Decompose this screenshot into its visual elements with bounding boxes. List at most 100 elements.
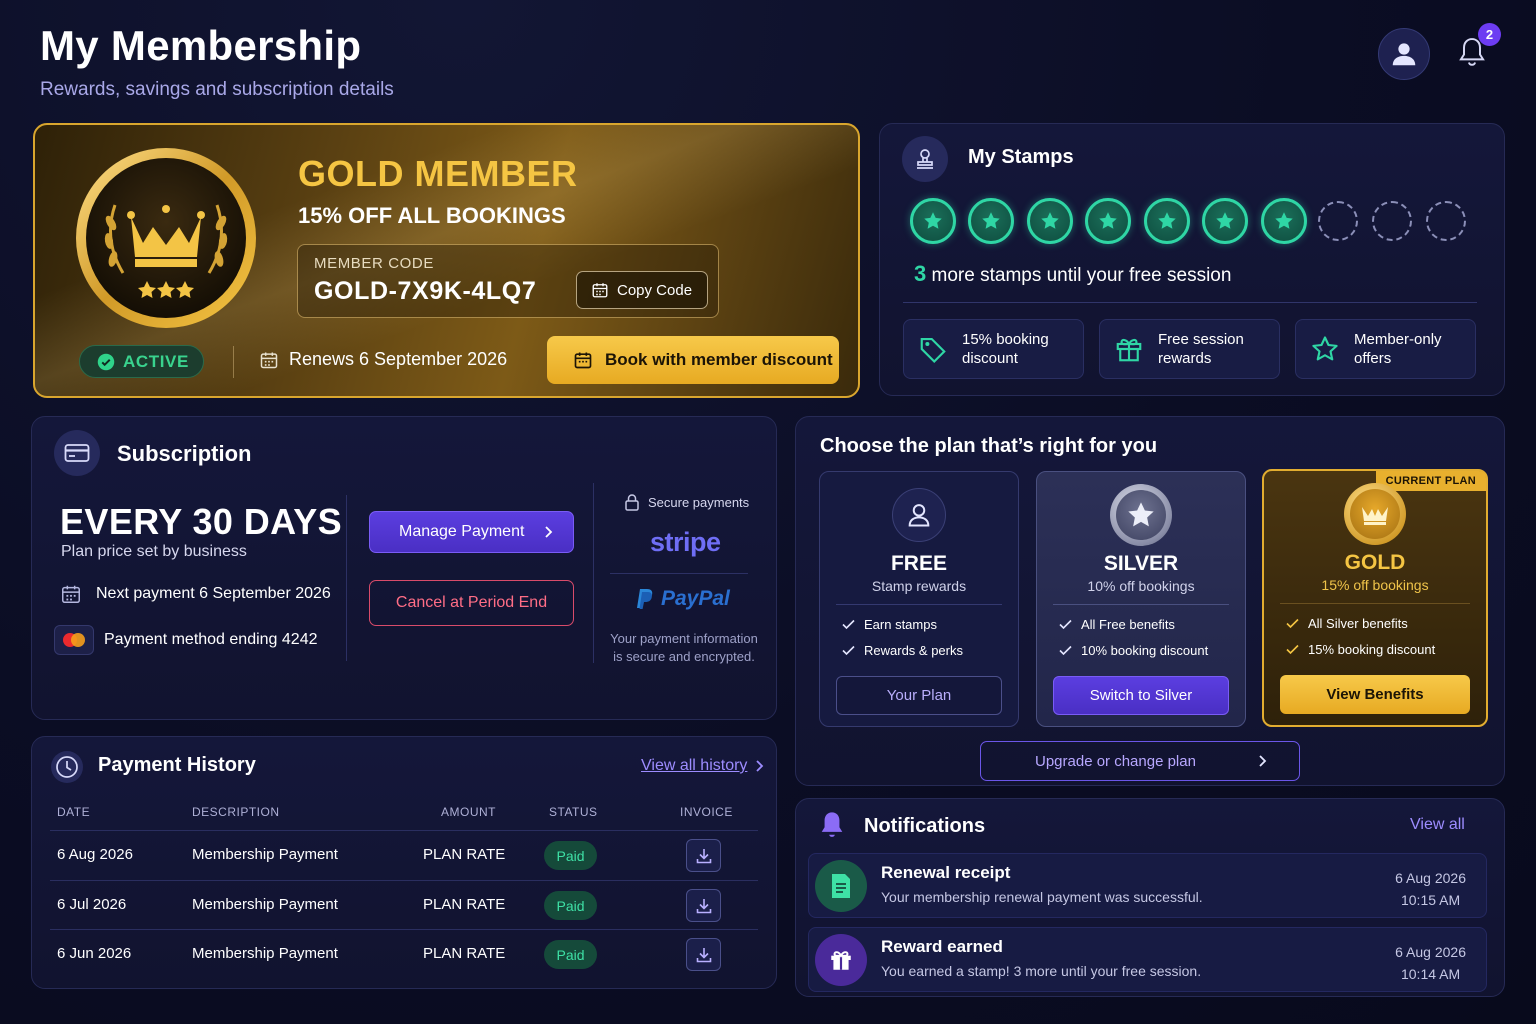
download-icon (696, 848, 711, 863)
notifications-card: Notifications View all Renewal receipt Y… (795, 798, 1505, 997)
calendar-icon (260, 352, 278, 368)
gift-icon (815, 934, 867, 986)
download-invoice-button[interactable] (686, 938, 721, 971)
notification-title: Reward earned (881, 937, 1003, 956)
star-icon (1158, 212, 1176, 229)
chevron-right-icon (545, 526, 553, 538)
table-row: 6 Aug 2026 Membership Payment PLAN RATE … (50, 830, 758, 880)
view-benefits-button[interactable]: View Benefits (1280, 675, 1470, 714)
download-icon (696, 898, 711, 913)
payment-amount: PLAN RATE (423, 896, 506, 913)
calendar-icon (574, 352, 592, 369)
plan-card-gold: CURRENT PLAN GOLD 15% off bookings All S… (1262, 469, 1488, 727)
chevron-right-icon (1259, 755, 1267, 767)
notification-description: You earned a stamp! 3 more until your fr… (881, 963, 1202, 979)
check-circle-icon (97, 353, 115, 370)
gold-medal-icon (73, 145, 259, 331)
your-plan-button[interactable]: Your Plan (836, 676, 1002, 715)
column-header-status: STATUS (549, 805, 598, 819)
calendar-icon (592, 283, 608, 298)
clock-icon (50, 750, 84, 784)
column-header-date: DATE (57, 805, 91, 819)
column-header-amount: AMOUNT (441, 805, 496, 819)
notification-title: Renewal receipt (881, 863, 1011, 882)
star-icon (1099, 212, 1117, 229)
paypal-icon (637, 589, 653, 609)
stamps-remaining-text: more stamps until your free session (931, 265, 1232, 286)
stamp-filled (1202, 198, 1248, 244)
book-with-discount-button[interactable]: Book with member discount (547, 336, 839, 384)
plan-feature: 15% booking discount (1286, 642, 1435, 657)
plan-feature-text: Rewards & perks (864, 643, 963, 658)
payment-method: Payment method ending 4242 (54, 625, 317, 655)
check-icon (842, 645, 855, 656)
plan-feature: Rewards & perks (842, 643, 963, 658)
download-icon (696, 947, 711, 962)
membership-discount: 15% OFF ALL BOOKINGS (298, 203, 566, 228)
switch-to-silver-button[interactable]: Switch to Silver (1053, 676, 1229, 715)
manage-payment-label: Manage Payment (399, 523, 525, 540)
status-badge: Paid (544, 891, 597, 920)
tag-icon (920, 337, 946, 364)
divider (903, 302, 1477, 303)
cancel-at-period-end-button[interactable]: Cancel at Period End (369, 580, 574, 626)
calendar-icon (62, 585, 80, 603)
plan-feature: All Silver benefits (1286, 616, 1408, 631)
copy-code-button[interactable]: Copy Code (576, 271, 708, 309)
upgrade-plan-label: Upgrade or change plan (1035, 752, 1196, 770)
notification-item[interactable]: Reward earned You earned a stamp! 3 more… (808, 927, 1487, 992)
download-invoice-button[interactable] (686, 889, 721, 922)
plan-card-free: FREE Stamp rewards Earn stamps Rewards &… (819, 471, 1019, 727)
notification-date: 6 Aug 2026 (1395, 944, 1466, 960)
view-all-notifications-link[interactable]: View all (1410, 816, 1465, 834)
download-invoice-button[interactable] (686, 839, 721, 872)
divider (836, 604, 1002, 605)
divider (610, 573, 748, 574)
divider (233, 346, 234, 378)
plan-card-silver: SILVER 10% off bookings All Free benefit… (1036, 471, 1246, 727)
perk-label: Member-only offers (1354, 331, 1442, 367)
status-badge: Paid (544, 841, 597, 870)
payment-date: 6 Jun 2026 (57, 945, 132, 962)
receipt-icon (815, 860, 867, 912)
upgrade-plan-button[interactable]: Upgrade or change plan (980, 741, 1300, 781)
silver-star-icon (1110, 484, 1172, 546)
stamp-empty (1426, 201, 1466, 241)
stamp-empty (1372, 201, 1412, 241)
page-subtitle: Rewards, savings and subscription detail… (40, 79, 394, 100)
profile-avatar-button[interactable] (1378, 28, 1430, 80)
gold-member-card: GOLD MEMBER 15% OFF ALL BOOKINGS MEMBER … (33, 123, 860, 398)
divider (593, 483, 594, 663)
manage-payment-button[interactable]: Manage Payment (369, 511, 574, 553)
paypal-logo: PayPal (635, 587, 730, 611)
stamp-empty (1318, 201, 1358, 241)
view-all-history-link[interactable]: View all history (641, 757, 765, 775)
payment-history-title: Payment History (98, 754, 256, 776)
stamps-card: My Stamps 3 more stamps until your free … (879, 123, 1505, 396)
payment-description: Membership Payment (192, 896, 338, 913)
gold-crown-icon (1344, 483, 1406, 545)
plan-feature-text: 10% booking discount (1081, 643, 1209, 658)
payment-history-card: Payment History View all history DATE DE… (31, 736, 777, 989)
next-payment: Next payment 6 September 2026 (60, 583, 331, 605)
gift-icon (1116, 338, 1142, 362)
star-icon (1275, 212, 1293, 229)
paypal-text: PayPal (661, 587, 730, 610)
user-icon (892, 488, 946, 542)
divider (346, 495, 347, 661)
price-note: Plan price set by business (61, 543, 247, 560)
payment-date: 6 Aug 2026 (57, 846, 133, 863)
notifications-title: Notifications (864, 815, 986, 837)
divider (1280, 603, 1470, 604)
membership-tier-title: GOLD MEMBER (298, 153, 578, 194)
member-code-label: MEMBER CODE (314, 255, 434, 272)
status-badge: ACTIVE (79, 345, 204, 378)
notification-item[interactable]: Renewal receipt Your membership renewal … (808, 853, 1487, 918)
star-icon (1216, 212, 1234, 229)
star-icon (1312, 336, 1338, 361)
notification-time: 10:14 AM (1400, 966, 1461, 982)
perk-label: Free session rewards (1158, 331, 1244, 367)
plans-card: Choose the plan that’s right for you FRE… (795, 416, 1505, 786)
perk-booking-discount: 15% booking discount (903, 319, 1084, 379)
plan-feature-text: 15% booking discount (1308, 642, 1436, 657)
